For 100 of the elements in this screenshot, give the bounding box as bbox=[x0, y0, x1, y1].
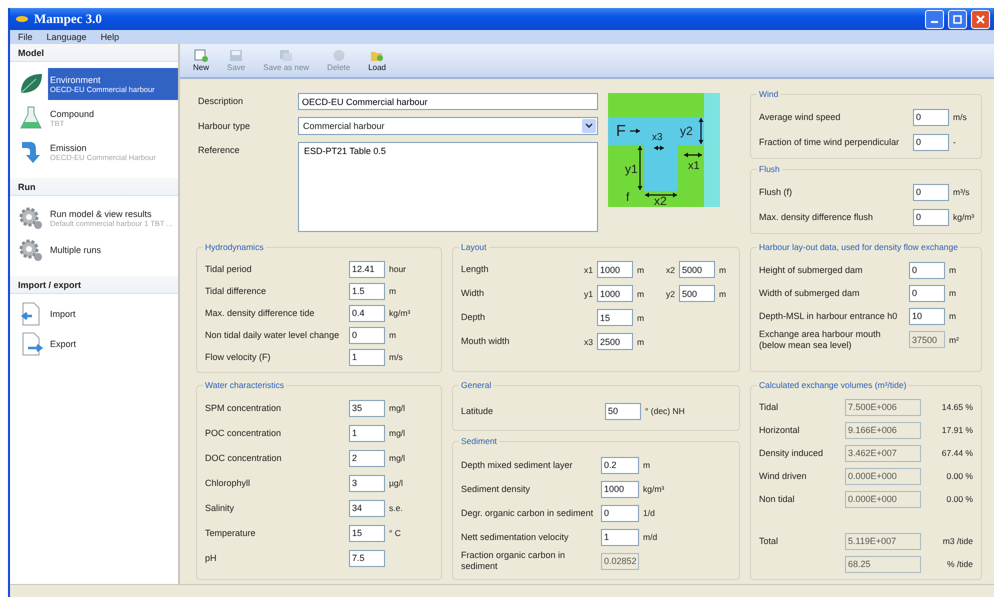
value-field[interactable]: 1 bbox=[349, 424, 385, 442]
diagram-label: x1 bbox=[688, 160, 700, 172]
value-field[interactable]: 1.5 bbox=[349, 282, 385, 300]
value-field[interactable]: 1 bbox=[349, 348, 385, 366]
value-field[interactable]: 2 bbox=[349, 450, 385, 466]
value-field[interactable]: 0 bbox=[349, 326, 385, 344]
unit-label: m bbox=[637, 336, 646, 346]
value-field[interactable]: 0 bbox=[601, 504, 639, 522]
readonly-value-field[interactable]: 37500 bbox=[909, 331, 945, 348]
value-field[interactable]: 1000 bbox=[597, 285, 633, 302]
dimension-label: x2 bbox=[665, 264, 675, 274]
value-field[interactable]: 0 bbox=[909, 262, 945, 278]
dimension-arrow bbox=[684, 152, 702, 158]
group-title: Hydrodynamics bbox=[203, 242, 266, 252]
field-label: Fraction of time wind perpendicular bbox=[759, 136, 900, 148]
group-title: Harbour lay-out data, used for density flow exchange bbox=[757, 242, 960, 252]
flask-icon bbox=[18, 105, 44, 131]
unit-label: m bbox=[719, 288, 728, 298]
unit-label: m bbox=[949, 288, 958, 298]
field-label: Temperature bbox=[205, 528, 257, 538]
field-label: Mouth width bbox=[461, 336, 511, 347]
value-field[interactable]: 0 bbox=[909, 284, 945, 302]
value-field[interactable]: 0.2 bbox=[601, 456, 639, 474]
harbour-type-dropdown[interactable]: Commercial harbour bbox=[298, 117, 598, 135]
field-label: SPM concentration bbox=[205, 402, 282, 414]
unit-label: m bbox=[719, 264, 728, 274]
dimension-label: y1 bbox=[583, 288, 593, 298]
readonly-value-field[interactable]: 0.000E+000 bbox=[845, 490, 921, 508]
field-label: Length bbox=[461, 264, 490, 275]
diagram-label: y1 bbox=[625, 162, 638, 176]
field-label: Density induced bbox=[759, 448, 824, 458]
dimension-arrow bbox=[654, 146, 664, 150]
field-label: Exchange area harbour mouth (below mean sea level) bbox=[759, 329, 882, 351]
value-field[interactable]: 0 bbox=[913, 208, 949, 226]
readonly-value-field[interactable]: 5.119E+007 bbox=[845, 532, 921, 550]
field-label: Tidal difference bbox=[205, 286, 268, 296]
value-field[interactable]: 15 bbox=[597, 309, 633, 326]
maximize-button[interactable] bbox=[948, 10, 967, 28]
value-field[interactable]: 0.4 bbox=[349, 304, 385, 322]
minimize-button[interactable] bbox=[925, 10, 944, 28]
menu-item[interactable]: Language bbox=[46, 32, 87, 42]
value-field[interactable]: 3 bbox=[349, 474, 385, 492]
field-label: Nett sedimentation velocity bbox=[461, 532, 570, 542]
value-field[interactable]: 34 bbox=[349, 500, 385, 516]
value-field[interactable]: 500 bbox=[679, 285, 715, 302]
value-field[interactable]: 10 bbox=[909, 308, 945, 324]
gears-icon bbox=[18, 205, 44, 231]
toolbar-button[interactable]: New bbox=[190, 49, 212, 72]
value-field[interactable]: 35 bbox=[349, 400, 385, 416]
readonly-value-field[interactable]: 7.500E+006 bbox=[845, 398, 921, 416]
menu-item[interactable]: Help bbox=[100, 32, 120, 42]
unit-label: s.e. bbox=[389, 503, 404, 513]
unit-label: hour bbox=[389, 264, 408, 274]
unit-label: m³/s bbox=[953, 187, 971, 197]
percentage-label: 14.65 % bbox=[940, 402, 973, 412]
field-label: Average wind speed bbox=[759, 112, 842, 122]
new-document-icon bbox=[194, 49, 208, 62]
menu-item[interactable]: File bbox=[18, 32, 33, 42]
value-field[interactable]: 5000 bbox=[679, 261, 715, 278]
value-field[interactable]: 1000 bbox=[601, 480, 639, 498]
value-field[interactable]: 1000 bbox=[597, 261, 633, 278]
value-field[interactable]: 0 bbox=[913, 184, 949, 200]
group-title: General bbox=[459, 380, 494, 390]
readonly-value-field[interactable]: 3.462E+007 bbox=[845, 444, 921, 462]
field-label: Tidal period bbox=[205, 264, 253, 274]
readonly-value-field[interactable]: 9.166E+006 bbox=[845, 422, 921, 438]
section-header: Run bbox=[10, 178, 178, 196]
field-label: Sediment density bbox=[461, 484, 532, 494]
section-header: Import / export bbox=[10, 276, 178, 294]
percentage-label: 17.91 % bbox=[940, 425, 973, 435]
unit-label: m3 /tide bbox=[942, 536, 973, 546]
readonly-value-field[interactable]: 0.02852 bbox=[601, 552, 639, 570]
sidebar-item[interactable]: Import bbox=[48, 300, 178, 328]
value-field[interactable]: 12.41 bbox=[349, 260, 385, 278]
unit-label: m bbox=[389, 286, 398, 296]
close-button[interactable] bbox=[971, 10, 990, 28]
unit-label: m bbox=[389, 330, 398, 340]
value-field[interactable]: 15 bbox=[349, 524, 385, 542]
readonly-value-field[interactable]: 68.25 bbox=[845, 556, 921, 572]
field-label: Reference bbox=[198, 144, 241, 156]
readonly-value-field[interactable]: 0.000E+000 bbox=[845, 468, 921, 484]
value-field[interactable]: 0 bbox=[913, 134, 949, 150]
value-field[interactable]: 7.5 bbox=[349, 550, 385, 566]
field-label: Horizontal bbox=[759, 424, 801, 436]
folder-icon bbox=[370, 49, 384, 62]
sidebar-item[interactable]: Multiple runs bbox=[48, 236, 178, 264]
group-title: Calculated exchange volumes (m³/tide) bbox=[757, 380, 908, 390]
sidebar-item[interactable]: Export bbox=[48, 330, 178, 358]
value-field[interactable]: 2500 bbox=[597, 333, 633, 350]
value-field[interactable]: 50 bbox=[605, 402, 641, 420]
unit-label: µg/l bbox=[389, 478, 404, 488]
save-icon bbox=[229, 49, 244, 62]
reference-field[interactable]: ESD-PT21 Table 0.5 bbox=[298, 142, 598, 232]
value-field[interactable]: 0 bbox=[913, 108, 949, 126]
value-field[interactable]: 1 bbox=[601, 528, 639, 546]
description-field[interactable]: OECD-EU Commercial harbour bbox=[298, 93, 598, 110]
field-label: Width bbox=[461, 288, 486, 299]
gears-icon bbox=[18, 237, 44, 263]
toolbar-button[interactable]: Load bbox=[365, 49, 389, 72]
unit-label: 1/d bbox=[643, 508, 656, 518]
